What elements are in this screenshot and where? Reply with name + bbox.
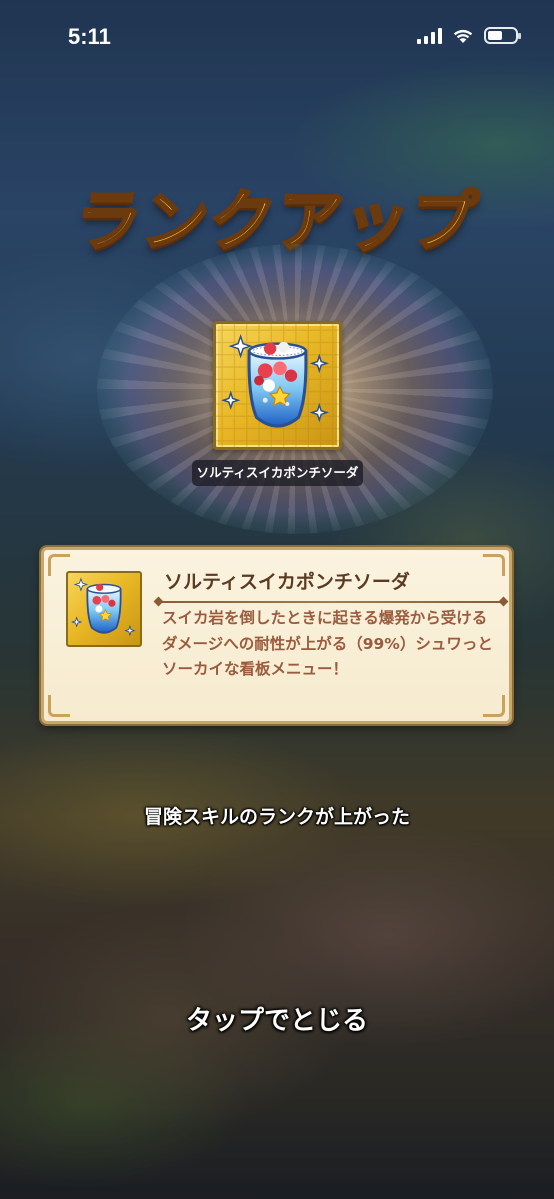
cellular-signal-icon	[417, 27, 442, 44]
status-bar: 5:11	[0, 0, 554, 72]
card-corner-ornament	[483, 554, 505, 576]
status-icons	[417, 27, 521, 44]
battery-icon	[484, 27, 521, 44]
card-divider	[158, 601, 504, 603]
card-skill-title: ソルティスイカポンチソーダ	[164, 571, 410, 593]
rank-up-message: 冒険スキルのランクが上がった	[143, 806, 410, 828]
skill-info-card: ソルティスイカポンチソーダ スイカ岩を倒したときに起きる爆発から受けるダメージへ…	[41, 547, 512, 724]
card-skill-description: スイカ岩を倒したときに起きる爆発から受けるダメージへの耐性が上がる（99%）シュ…	[162, 609, 493, 678]
soda-glass-thumbnail-icon	[66, 571, 142, 647]
card-corner-ornament	[48, 695, 70, 717]
wifi-icon	[453, 29, 473, 43]
sparkling-soda-glass-icon	[213, 321, 342, 450]
card-corner-ornament	[483, 695, 505, 717]
status-time: 5:11	[68, 24, 111, 49]
tap-to-close-button[interactable]: タップでとじる	[0, 1000, 554, 1037]
skill-name-tag: ソルティスイカポンチソーダ	[192, 460, 363, 486]
